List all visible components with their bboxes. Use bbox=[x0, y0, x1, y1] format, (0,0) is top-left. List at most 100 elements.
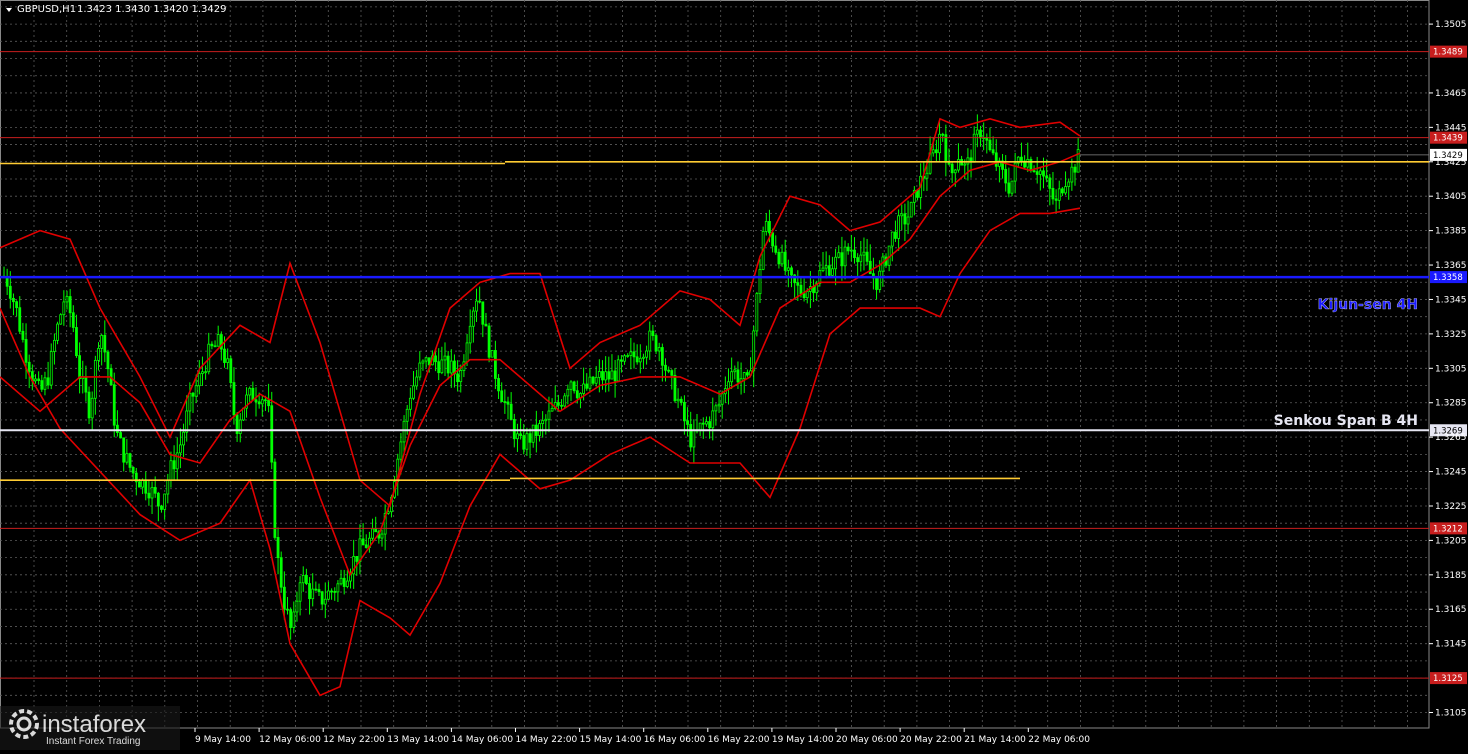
candle-body bbox=[286, 608, 289, 611]
candle-body bbox=[950, 163, 954, 174]
candle-body bbox=[547, 410, 551, 420]
candle-body bbox=[399, 441, 403, 460]
candle-body bbox=[62, 301, 66, 316]
candle-body bbox=[185, 410, 189, 433]
candle-body bbox=[506, 401, 510, 405]
price-chart[interactable]: 1.34891.34391.33581.32691.32121.31251.34… bbox=[0, 0, 1468, 750]
price-tick-label: 1.3245 bbox=[1435, 468, 1467, 478]
candle-body bbox=[667, 369, 671, 372]
price-tick-label: 1.3505 bbox=[1435, 20, 1467, 30]
candle-body bbox=[345, 580, 349, 587]
candle-body bbox=[128, 453, 132, 468]
candle-body bbox=[260, 399, 264, 405]
chart-ohlc: 1.3423 1.3430 1.3420 1.3429 bbox=[77, 4, 227, 15]
kijun-label: Kijun-sen 4H bbox=[1318, 297, 1418, 313]
time-tick-label: 21 May 14:00 bbox=[964, 735, 1026, 745]
candle-body bbox=[790, 267, 793, 276]
candle-body bbox=[298, 582, 302, 602]
candle-body bbox=[15, 301, 19, 309]
candle-body bbox=[314, 588, 318, 591]
price-tick-label: 1.3165 bbox=[1435, 605, 1467, 615]
candle-body bbox=[994, 152, 998, 167]
candle-body bbox=[805, 291, 809, 299]
candle-body bbox=[837, 252, 841, 258]
candle-body bbox=[629, 351, 633, 356]
candle-body bbox=[49, 351, 53, 386]
price-tick-label: 1.3385 bbox=[1435, 227, 1467, 237]
candle-body bbox=[566, 388, 570, 397]
candle-body bbox=[456, 373, 460, 383]
candle-body bbox=[226, 358, 230, 363]
candle-body bbox=[1010, 180, 1014, 194]
candle-body bbox=[635, 356, 639, 363]
candle-body bbox=[323, 598, 327, 605]
candle-body bbox=[270, 405, 274, 463]
price-tick-label: 1.3285 bbox=[1435, 399, 1467, 409]
candle-body bbox=[424, 357, 428, 362]
candle-body bbox=[138, 481, 141, 488]
price-tick-label: 1.3325 bbox=[1435, 330, 1467, 340]
candle-body bbox=[774, 245, 778, 253]
candle-body bbox=[68, 296, 72, 314]
level-price-label: 1.3125 bbox=[1433, 674, 1463, 684]
candle-body bbox=[607, 371, 611, 380]
candle-body bbox=[944, 134, 948, 163]
candle-body bbox=[380, 533, 384, 539]
candle-body bbox=[204, 371, 208, 374]
candle-body bbox=[374, 528, 378, 533]
time-tick-label: 19 May 14:00 bbox=[772, 735, 834, 745]
candle-body bbox=[106, 351, 110, 370]
candle-body bbox=[317, 589, 321, 593]
candle-body bbox=[223, 348, 226, 363]
candle-body bbox=[144, 479, 148, 494]
candle-body bbox=[364, 544, 368, 548]
candle-body bbox=[276, 537, 280, 559]
candle-body bbox=[938, 133, 941, 154]
candle-body bbox=[780, 251, 784, 265]
candle-body bbox=[415, 376, 419, 387]
candle-body bbox=[1070, 166, 1074, 183]
candle-body bbox=[796, 282, 800, 286]
candle-body bbox=[320, 591, 324, 605]
candle-body bbox=[361, 538, 365, 546]
candle-body bbox=[664, 364, 667, 371]
candle-body bbox=[153, 486, 157, 494]
time-tick-label: 15 May 14:00 bbox=[580, 735, 642, 745]
candle-body bbox=[541, 420, 545, 424]
candle-body bbox=[831, 268, 834, 276]
candle-body bbox=[683, 401, 686, 422]
price-tick-label: 1.3265 bbox=[1435, 433, 1467, 443]
candle-body bbox=[654, 335, 658, 352]
candle-body bbox=[481, 301, 485, 325]
candle-body bbox=[572, 381, 576, 392]
candle-body bbox=[213, 345, 217, 348]
candle-body bbox=[575, 390, 579, 399]
candle-body bbox=[727, 381, 730, 389]
candle-body bbox=[93, 359, 97, 399]
senkou-label: Senkou Span B 4H bbox=[1274, 413, 1418, 429]
candle-body bbox=[311, 588, 315, 600]
candle-body bbox=[569, 381, 573, 390]
candle-body bbox=[182, 431, 185, 446]
chart-title: GBPUSD,H1 bbox=[17, 4, 76, 15]
candle-body bbox=[522, 435, 526, 450]
candle-body bbox=[1026, 158, 1030, 168]
price-tick-label: 1.3425 bbox=[1435, 158, 1467, 168]
candle-body bbox=[616, 359, 620, 382]
candle-body bbox=[686, 420, 689, 425]
candle-body bbox=[516, 433, 519, 440]
candle-body bbox=[304, 574, 308, 584]
candle-body bbox=[65, 296, 69, 303]
candle-body bbox=[953, 169, 957, 174]
candle-body bbox=[875, 277, 878, 290]
candle-body bbox=[786, 267, 790, 271]
candle-body bbox=[1045, 175, 1049, 179]
candle-body bbox=[122, 437, 126, 463]
candle-body bbox=[821, 267, 825, 272]
candle-body bbox=[878, 270, 882, 290]
candle-body bbox=[24, 339, 28, 363]
candle-body bbox=[768, 221, 771, 234]
candle-body bbox=[758, 268, 762, 295]
candle-body bbox=[799, 284, 803, 295]
time-tick-label: 22 May 06:00 bbox=[1028, 735, 1090, 745]
